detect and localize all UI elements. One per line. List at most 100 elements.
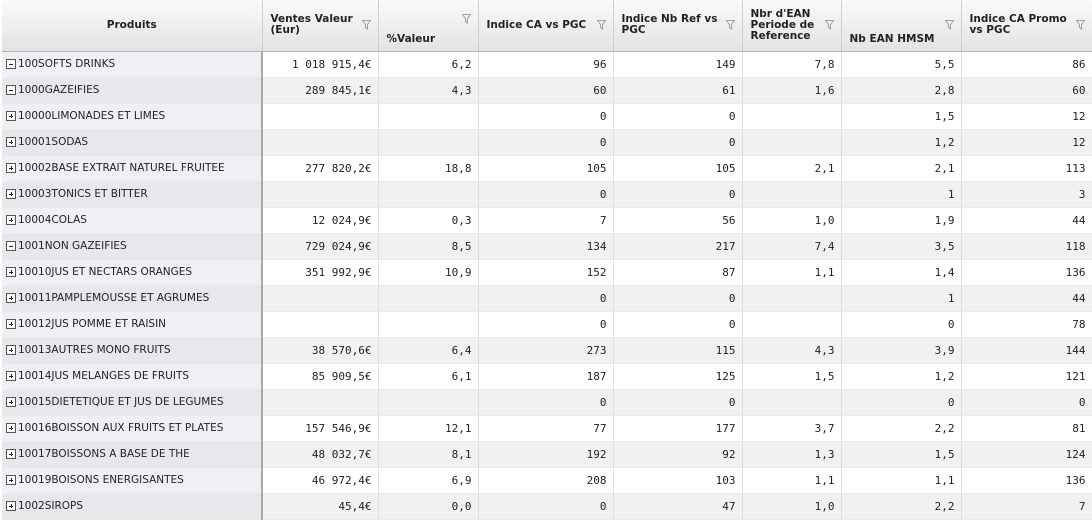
column-header-pct-valeur[interactable]: %Valeur: [378, 0, 479, 52]
row-header-cell[interactable]: 10013AUTRES MONO FRUITS: [2, 337, 263, 364]
table-row[interactable]: 100SOFTS DRINKS 1 018 915,4€ 6,2 96 149 7,8 5,…: [2, 51, 1092, 78]
expand-icon[interactable]: [6, 501, 16, 511]
table-row[interactable]: 10001SODAS 0 0 1,2 12: [2, 129, 1092, 156]
value-cell: 105: [613, 155, 743, 182]
table-row[interactable]: 10014JUS MELANGES DE FRUITS 85 909,5€ 6,1 1…: [2, 363, 1092, 390]
table-row[interactable]: 10017BOISSONS A BASE DE THE 48 032,7€ 8,1 1…: [2, 441, 1092, 468]
row-header-cell[interactable]: 10011PAMPLEMOUSSE ET AGRUMES: [2, 285, 263, 312]
column-header-label: Indice CA vs PGC: [486, 18, 587, 31]
column-header-nb-ean-hmsm[interactable]: Nb EAN HMSM: [841, 0, 962, 52]
expand-icon[interactable]: [6, 449, 16, 459]
column-header-label: Indice CA Promo vs PGC: [969, 13, 1067, 37]
expand-icon[interactable]: [6, 345, 16, 355]
expand-icon[interactable]: [6, 163, 16, 173]
expand-icon[interactable]: [6, 319, 16, 329]
column-header-label: Ventes Valeur (Eur): [270, 13, 353, 37]
row-header-cell[interactable]: 10016BOISSON AUX FRUITS ET PLATES: [2, 415, 263, 442]
table-row[interactable]: 10015DIETETIQUE ET JUS DE LEGUMES 0 0 0 0: [2, 389, 1092, 416]
row-label: 1001NON GAZEIFIES: [18, 240, 127, 252]
row-label: 10002BASE EXTRAIT NATUREL FRUITEE: [18, 162, 225, 174]
row-header-cell[interactable]: 10003TONICS ET BITTER: [2, 181, 263, 208]
filter-icon[interactable]: [824, 20, 834, 31]
expand-icon[interactable]: [6, 189, 16, 199]
table-row[interactable]: 10016BOISSON AUX FRUITS ET PLATES 157 546…: [2, 415, 1092, 442]
value-cell: 1,1: [742, 259, 842, 286]
expand-icon[interactable]: [6, 137, 16, 147]
value-cell: 38 570,6€: [262, 337, 379, 364]
filter-icon[interactable]: [361, 20, 371, 31]
collapse-icon[interactable]: [6, 59, 16, 69]
value-cell: 12,1: [378, 415, 479, 442]
value-cell: [742, 285, 842, 312]
column-header-indice-ca-vs-pgc[interactable]: Indice CA vs PGC: [478, 0, 614, 52]
header-row: Produits Ventes Valeur (Eur) %Valeur Ind…: [2, 0, 1092, 52]
table-row[interactable]: 1000GAZEIFIES 289 845,1€ 4,3 60 61 1,6 2,8 60: [2, 77, 1092, 104]
expand-icon[interactable]: [6, 267, 16, 277]
expand-icon[interactable]: [6, 111, 16, 121]
expand-icon[interactable]: [6, 423, 16, 433]
expand-icon[interactable]: [6, 215, 16, 225]
filter-icon[interactable]: [944, 20, 954, 31]
row-header-cell[interactable]: 10002BASE EXTRAIT NATUREL FRUITEE: [2, 155, 263, 182]
expand-icon[interactable]: [6, 397, 16, 407]
collapse-icon[interactable]: [6, 85, 16, 95]
row-header-cell[interactable]: 1000GAZEIFIES: [2, 77, 263, 104]
row-header-cell[interactable]: 10012JUS POMME ET RAISIN: [2, 311, 263, 338]
column-header-label: Nb EAN HMSM: [849, 32, 935, 45]
table-row[interactable]: 10000LIMONADES ET LIMES 0 0 1,5 12: [2, 103, 1092, 130]
table-row[interactable]: 10019BOISONS ENERGISANTES 46 972,4€ 6,9 208…: [2, 467, 1092, 494]
collapse-icon[interactable]: [6, 241, 16, 251]
column-header-indice-nb-ref-vs-pgc[interactable]: Indice Nb Ref vs PGC: [613, 0, 743, 52]
value-cell: 56: [613, 207, 743, 234]
value-cell: 0,0: [378, 493, 479, 520]
value-cell: [742, 311, 842, 338]
value-cell: 7: [961, 493, 1092, 520]
table-row[interactable]: 10002BASE EXTRAIT NATUREL FRUITEE 277 820…: [2, 155, 1092, 182]
value-cell: 277 820,2€: [262, 155, 379, 182]
row-header-cell[interactable]: 10004COLAS: [2, 207, 263, 234]
pivot-grid: Produits Ventes Valeur (Eur) %Valeur Ind…: [2, 0, 1092, 525]
column-header-ventes-valeur[interactable]: Ventes Valeur (Eur): [262, 0, 379, 52]
value-cell: 1,3: [742, 441, 842, 468]
table-row[interactable]: 1001NON GAZEIFIES 729 024,9€ 8,5 134 217 7,4 3…: [2, 233, 1092, 260]
column-header-indice-ca-promo[interactable]: Indice CA Promo vs PGC: [961, 0, 1092, 52]
value-cell: 3: [961, 181, 1092, 208]
row-header-cell[interactable]: 10010JUS ET NECTARS ORANGES: [2, 259, 263, 286]
table-row[interactable]: 10010JUS ET NECTARS ORANGES 351 992,9€ 10,…: [2, 259, 1092, 286]
row-header-cell[interactable]: 10014JUS MELANGES DE FRUITS: [2, 363, 263, 390]
table-row[interactable]: 10013AUTRES MONO FRUITS 38 570,6€ 6,4 273 11…: [2, 337, 1092, 364]
value-cell: 44: [961, 285, 1092, 312]
column-header-label: %Valeur: [386, 32, 436, 45]
table-row[interactable]: 10011PAMPLEMOUSSE ET AGRUMES 0 0 1 44: [2, 285, 1092, 312]
table-row[interactable]: 10012JUS POMME ET RAISIN 0 0 0 78: [2, 311, 1092, 338]
filter-icon[interactable]: [725, 20, 735, 31]
filter-icon[interactable]: [596, 20, 606, 31]
expand-icon[interactable]: [6, 293, 16, 303]
value-cell: 12: [961, 129, 1092, 156]
row-header-cell[interactable]: 100SOFTS DRINKS: [2, 51, 263, 78]
column-header-nbr-ean-periode[interactable]: Nbr d'EAN Periode de Reference: [742, 0, 842, 52]
expand-icon[interactable]: [6, 475, 16, 485]
value-cell: 187: [478, 363, 614, 390]
expand-icon[interactable]: [6, 371, 16, 381]
value-cell: 0: [613, 181, 743, 208]
table-row[interactable]: 10004COLAS 12 024,9€ 0,3 7 56 1,0 1,9 44: [2, 207, 1092, 234]
value-cell: 47: [613, 493, 743, 520]
row-header-cell[interactable]: 1002SIROPS: [2, 493, 263, 520]
row-header-cell[interactable]: 10000LIMONADES ET LIMES: [2, 103, 263, 130]
row-header-cell[interactable]: 10001SODAS: [2, 129, 263, 156]
value-cell: [378, 181, 479, 208]
filter-icon[interactable]: [461, 14, 471, 24]
row-label: 10004COLAS: [18, 214, 87, 226]
column-header-produits[interactable]: Produits: [2, 0, 263, 52]
value-cell: 103: [613, 467, 743, 494]
value-cell: 81: [961, 415, 1092, 442]
table-row[interactable]: 10003TONICS ET BITTER 0 0 1 3: [2, 181, 1092, 208]
table-row[interactable]: 1002SIROPS 45,4€ 0,0 0 47 1,0 2,2 7: [2, 493, 1092, 520]
row-header-cell[interactable]: 10015DIETETIQUE ET JUS DE LEGUMES: [2, 389, 263, 416]
row-header-cell[interactable]: 10017BOISSONS A BASE DE THE: [2, 441, 263, 468]
filter-icon[interactable]: [1075, 20, 1085, 31]
row-header-cell[interactable]: 1001NON GAZEIFIES: [2, 233, 263, 260]
row-label: 10017BOISSONS A BASE DE THE: [18, 448, 190, 460]
row-header-cell[interactable]: 10019BOISONS ENERGISANTES: [2, 467, 263, 494]
